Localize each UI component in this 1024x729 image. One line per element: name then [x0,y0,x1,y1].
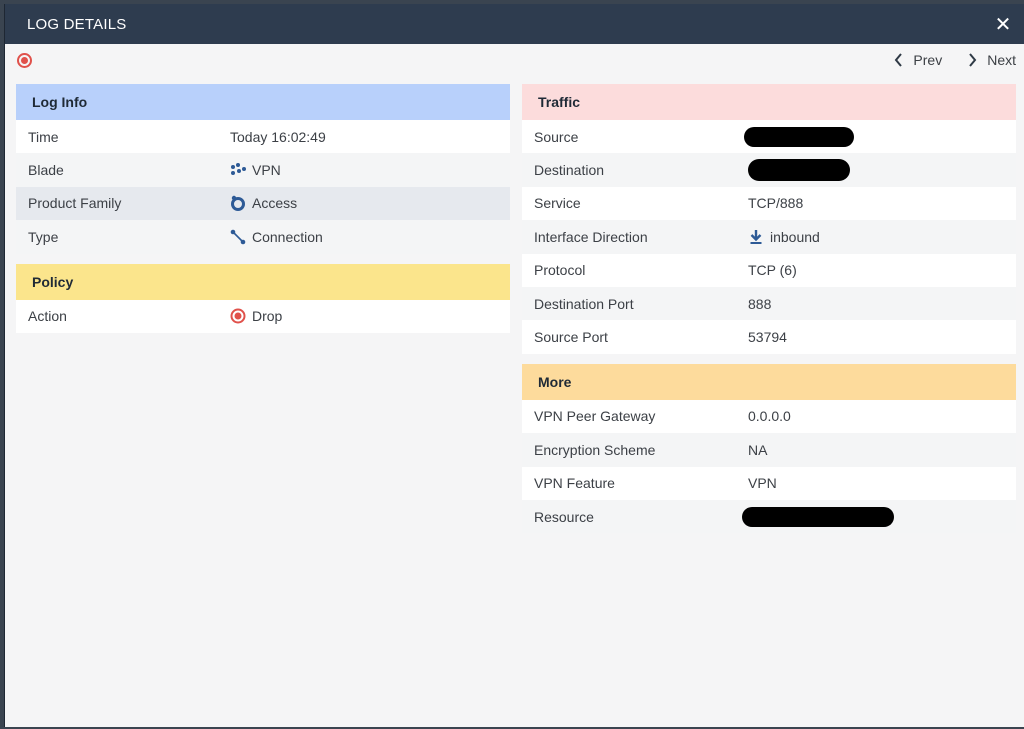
traffic-header: Traffic [522,84,1016,120]
vpn-icon [231,163,246,176]
chevron-left-icon [895,53,903,67]
prev-button[interactable]: Prev [894,52,942,68]
field-value: 0.0.0.0 [748,408,791,425]
title-bar: LOG DETAILS ✕ [5,4,1024,44]
traffic-row-interface-direction[interactable]: Interface Direction inbound [522,220,1016,254]
traffic-row-source[interactable]: Source [522,120,1016,153]
field-label: Action [28,308,67,325]
field-label: Source [534,128,579,145]
traffic-row-protocol[interactable]: Protocol TCP (6) [522,254,1016,287]
field-label: Destination [534,162,605,179]
traffic-row-destination[interactable]: Destination [522,153,1016,187]
field-value: Today 16:02:49 [230,128,326,145]
prev-label: Prev [913,52,943,68]
field-label: Interface Direction [534,228,648,245]
traffic-row-destination-port[interactable]: Destination Port 888 [522,286,1016,321]
field-value: TCP (6) [748,262,797,279]
field-label: VPN Feature [534,475,615,492]
field-value: Access [252,195,298,212]
field-label: Encryption Scheme [534,441,656,458]
chevron-right-icon [969,53,977,67]
close-icon[interactable]: ✕ [992,13,1014,36]
pager: Prev Next [894,52,1016,68]
next-button[interactable]: Next [968,52,1016,68]
window-title: LOG DETAILS [27,15,127,33]
field-value: 888 [748,295,772,312]
policy-row-action[interactable]: Action Drop [16,300,510,333]
field-value: inbound [770,228,820,245]
next-label: Next [987,52,1016,68]
log-info-row-product-family[interactable]: Product Family Access [16,186,510,221]
more-panel: More VPN Peer Gateway 0.0.0.0 Encryption… [522,363,1016,534]
access-icon [231,196,245,212]
field-label: Protocol [534,262,586,279]
more-row-vpn-peer-gateway[interactable]: VPN Peer Gateway 0.0.0.0 [522,400,1016,433]
field-value: Drop [252,308,283,325]
field-label: Resource [534,508,594,525]
right-column: Traffic Source Destination Service TCP/8… [522,84,1016,534]
traffic-panel: Traffic Source Destination Service TCP/8… [522,84,1016,354]
drop-icon [230,308,246,324]
more-header: More [522,363,1016,400]
field-label: Product Family [28,195,122,212]
field-label: Destination Port [534,295,634,312]
field-label: Service [534,195,581,212]
redacted-value [748,159,850,182]
field-label: Time [28,128,59,145]
log-info-row-time[interactable]: Time Today 16:02:49 [16,120,510,153]
download-arrow-icon [750,229,762,244]
policy-panel: Policy Action Drop [16,263,510,333]
field-label: Blade [28,162,64,179]
field-value: NA [748,441,768,458]
field-label: Type [28,228,59,245]
policy-header: Policy [16,263,510,300]
field-value: VPN [748,475,777,492]
toolbar: Prev Next [5,44,1024,76]
left-column: Log Info Time Today 16:02:49 Blade VPN P… [16,84,510,533]
field-value: 53794 [748,329,787,346]
traffic-row-service[interactable]: Service TCP/888 [522,187,1016,220]
traffic-row-source-port[interactable]: Source Port 53794 [522,320,1016,353]
field-value: Connection [252,228,323,245]
redacted-value [742,506,894,527]
drop-status-icon [17,52,32,68]
more-row-resource[interactable]: Resource [522,499,1016,534]
log-details-window: LOG DETAILS ✕ Prev Next Log Info Time To… [4,4,1024,727]
field-value: VPN [252,162,281,179]
details-columns: Log Info Time Today 16:02:49 Blade VPN P… [16,84,1016,534]
log-info-row-type[interactable]: Type Connection [16,220,510,254]
field-label: VPN Peer Gateway [534,408,656,425]
field-label: Source Port [534,329,608,346]
log-info-header: Log Info [16,84,510,120]
redacted-value [744,126,854,147]
more-row-vpn-feature[interactable]: VPN Feature VPN [522,467,1016,500]
more-row-encryption-scheme[interactable]: Encryption Scheme NA [522,433,1016,467]
field-value: TCP/888 [748,195,804,212]
log-info-panel: Log Info Time Today 16:02:49 Blade VPN P… [16,84,510,254]
connection-icon [230,229,246,245]
log-info-row-blade[interactable]: Blade VPN [16,153,510,187]
